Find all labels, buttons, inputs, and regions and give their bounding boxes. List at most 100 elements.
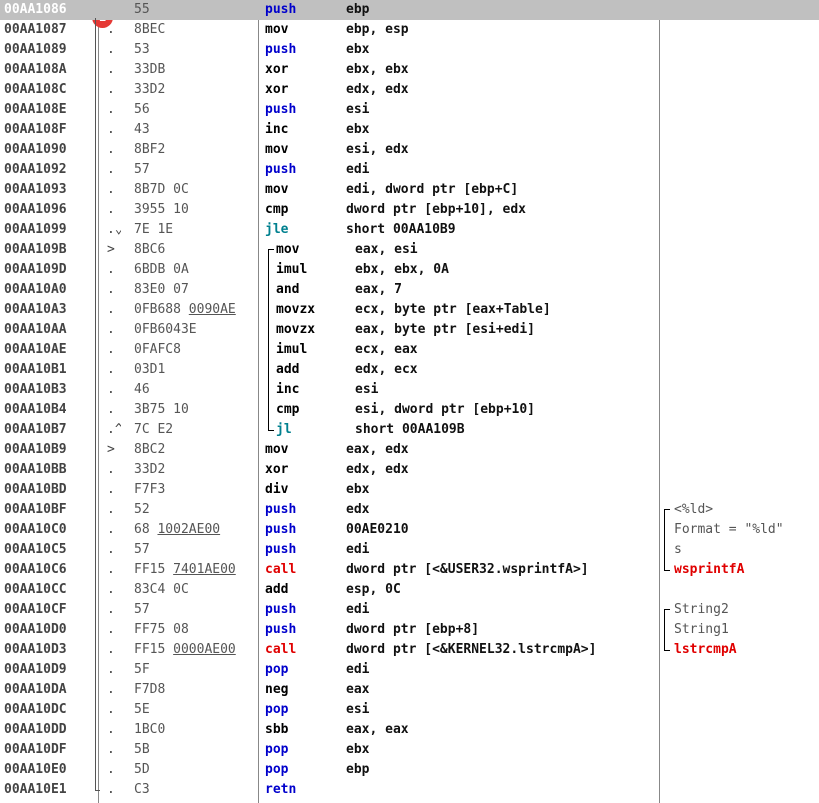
code-row[interactable]: 00AA10AA. 0FB6043E movzx eax, byte ptr [esi… [0, 320, 819, 340]
jump-marker: . [107, 462, 115, 477]
jump-marker: . [107, 642, 115, 657]
code-row[interactable]: 00AA10B1. 03D1 add edx, ecx [0, 360, 819, 380]
address: 00AA1087 [4, 22, 67, 37]
code-row[interactable]: 00AA109B >8BC6 mov eax, esi [0, 240, 819, 260]
mnemonic: push [265, 502, 297, 517]
operands: edi [346, 662, 370, 677]
hex-bytes: FF75 08 [134, 622, 189, 637]
mnemonic: pop [265, 702, 289, 717]
hex-bytes: 83C4 0C [134, 582, 189, 597]
code-row[interactable]: 00AA108A. 33DB xor ebx, ebx [0, 60, 819, 80]
code-row[interactable]: 00AA10CC. 83C4 0C add esp, 0C [0, 580, 819, 600]
operands: ebx, ebx, 0A [355, 262, 449, 277]
operands: dword ptr [<&KERNEL32.lstrcmpA>] [346, 642, 597, 657]
operands: edx, edx [346, 462, 409, 477]
mnemonic: inc [276, 382, 300, 397]
address: 00AA1099 [4, 222, 67, 237]
mnemonic: mov [265, 442, 289, 457]
hex-bytes: 6BDB 0A [134, 262, 189, 277]
code-row[interactable]: 00AA1092. 57 push edi [0, 160, 819, 180]
jump-marker: . [107, 302, 115, 317]
hex-bytes: 33D2 [134, 82, 166, 97]
code-row[interactable]: 00AA10D9. 5F pop edi [0, 660, 819, 680]
mnemonic: push [265, 622, 297, 637]
code-row[interactable]: 00AA108F. 43 inc ebx [0, 120, 819, 140]
comment: String2 [674, 602, 729, 617]
code-row[interactable]: 00AA10C5. 57 push edi s [0, 540, 819, 560]
hex-bytes: 43 [134, 122, 150, 137]
code-row[interactable]: 00AA10A0. 83E0 07 and eax, 7 [0, 280, 819, 300]
code-row[interactable]: 00AA108C. 33D2 xor edx, edx [0, 80, 819, 100]
code-row[interactable]: 00AA10B9 >8BC2 mov eax, edx [0, 440, 819, 460]
code-row[interactable]: 00AA10DF. 5B pop ebx [0, 740, 819, 760]
address: 00AA10DD [4, 722, 67, 737]
code-row[interactable]: 00AA10B7 .^ 7C E2 jl short 00AA109B [0, 420, 819, 440]
hex-bytes: 0FAFC8 [134, 342, 181, 357]
code-row[interactable]: 00AA10DD. 1BC0 sbb eax, eax [0, 720, 819, 740]
hex-bytes: 5B [134, 742, 150, 757]
mnemonic: push [265, 2, 297, 17]
operands: ebx [346, 482, 370, 497]
disassembly-view[interactable]: 1 00AA108655pushebp00AA1087.8BECmovebp, … [0, 0, 819, 803]
hex-bytes: 57 [134, 162, 150, 177]
mnemonic: jle [265, 222, 289, 237]
code-row[interactable]: 00AA1090. 8BF2 mov esi, edx [0, 140, 819, 160]
jump-marker: . [107, 182, 115, 197]
operands: dword ptr [ebp+10], edx [346, 202, 527, 217]
address: 00AA108C [4, 82, 67, 97]
operands: esi, dword ptr [ebp+10] [355, 402, 536, 417]
hex-bytes: 7E 1E [134, 222, 174, 237]
code-row[interactable]: 00AA108E. 56 push esi [0, 100, 819, 120]
code-row[interactable]: 00AA1086 55 push ebp [0, 0, 819, 20]
hex-bytes: 53 [134, 42, 150, 57]
mnemonic: call [265, 642, 297, 657]
address: 00AA10D3 [4, 642, 67, 657]
code-row[interactable]: 00AA10E0. 5D pop ebp [0, 760, 819, 780]
mnemonic: and [276, 282, 300, 297]
code-row[interactable]: 00AA10DA. F7D8 neg eax [0, 680, 819, 700]
hex-bytes: 8BC2 [134, 442, 166, 457]
operands: short 00AA10B9 [346, 222, 456, 237]
code-row[interactable]: 00AA10AE. 0FAFC8 imul ecx, eax [0, 340, 819, 360]
code-row[interactable]: 00AA1089. 53 push ebx [0, 40, 819, 60]
hex-bytes: 8BC6 [134, 242, 166, 257]
code-row[interactable]: 00AA109D. 6BDB 0A imul ebx, ebx, 0A [0, 260, 819, 280]
jump-marker: . [107, 22, 115, 37]
code-row[interactable]: 00AA10BD. F7F3 div ebx [0, 480, 819, 500]
code-row[interactable]: 00AA10D0. FF75 08 push dword ptr [ebp+8] Str… [0, 620, 819, 640]
address: 00AA10AE [4, 342, 67, 357]
code-row[interactable]: 00AA10BB. 33D2 xor edx, edx [0, 460, 819, 480]
address: 00AA109B [4, 242, 67, 257]
code-row[interactable]: 00AA10DC. 5E pop esi [0, 700, 819, 720]
mnemonic: inc [265, 122, 289, 137]
hex-bytes: 3B75 10 [134, 402, 189, 417]
code-row[interactable]: 00AA1099 .⌄ 7E 1E jle short 00AA10B9 [0, 220, 819, 240]
code-row[interactable]: 00AA10E1. C3 retn [0, 780, 819, 800]
code-row[interactable]: 00AA1087. 8BEC mov ebp, esp [0, 20, 819, 40]
operands: ebx [346, 122, 370, 137]
address: 00AA1086 [4, 2, 67, 17]
address: 00AA10BF [4, 502, 67, 517]
code-row[interactable]: 00AA10D3. FF15 0000AE00 call dword ptr [<&K… [0, 640, 819, 660]
address: 00AA10A3 [4, 302, 67, 317]
code-row[interactable]: 00AA1096. 3955 10 cmp dword ptr [ebp+10], e… [0, 200, 819, 220]
code-row[interactable]: 00AA10B3. 46 inc esi [0, 380, 819, 400]
hex-bytes: 52 [134, 502, 150, 517]
code-row[interactable]: 00AA1093. 8B7D 0C mov edi, dword ptr [ebp+C… [0, 180, 819, 200]
comment: String1 [674, 622, 729, 637]
mnemonic: jl [276, 422, 292, 437]
address: 00AA10D9 [4, 662, 67, 677]
code-row[interactable]: 00AA10C6. FF15 7401AE00 call dword ptr [<&U… [0, 560, 819, 580]
hex-bytes: 03D1 [134, 362, 166, 377]
operands: edx, ecx [355, 362, 418, 377]
address: 00AA1089 [4, 42, 67, 57]
comment: <%ld> [674, 502, 714, 517]
code-row[interactable]: 00AA10BF. 52 push edx <%ld> [0, 500, 819, 520]
code-row[interactable]: 00AA10A3. 0FB688 0090AE movzx ecx, byte ptr… [0, 300, 819, 320]
operands: eax, 7 [355, 282, 402, 297]
address: 00AA10B4 [4, 402, 67, 417]
code-row[interactable]: 00AA10CF. 57 push edi String2 [0, 600, 819, 620]
code-row[interactable]: 00AA10C0. 68 1002AE00 push 00AE0210 Format =… [0, 520, 819, 540]
code-row[interactable]: 00AA10B4. 3B75 10 cmp esi, dword ptr [ebp+1… [0, 400, 819, 420]
hex-bytes: 0FB6043E [134, 322, 197, 337]
